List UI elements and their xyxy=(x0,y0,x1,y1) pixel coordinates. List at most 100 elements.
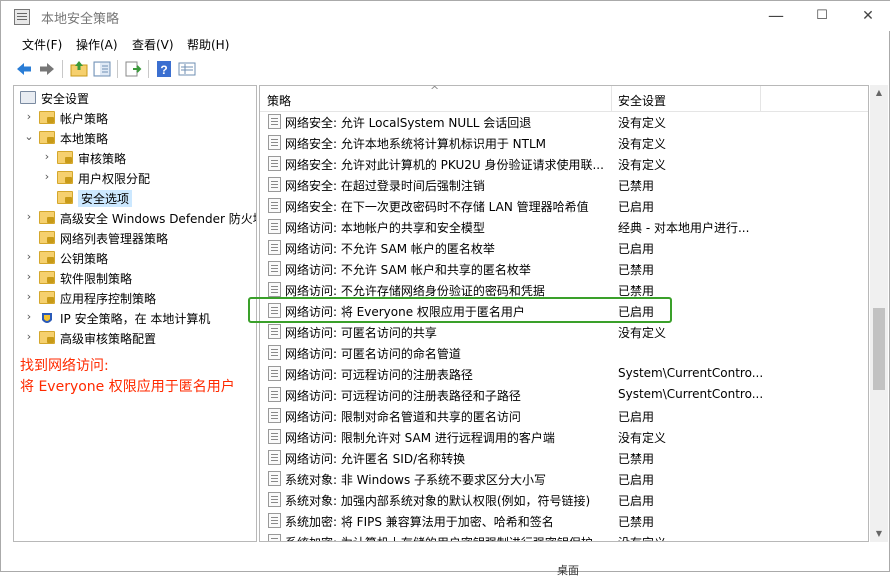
policy-name: 系统对象: 非 Windows 子系统不要求区分大小写 xyxy=(285,473,547,487)
tree-item[interactable]: › 高级审核策略配置 xyxy=(14,328,254,348)
policy-name: 网络访问: 本地帐户的共享和安全模型 xyxy=(285,221,485,235)
policy-row[interactable]: 系统对象: 加强内部系统对象的默认权限(例如，符号链接) 已启用 xyxy=(260,489,868,510)
scroll-down-icon[interactable]: ▼ xyxy=(870,526,888,542)
policy-setting: 已启用 xyxy=(618,473,655,487)
tree-item-label: 帐户策略 xyxy=(60,112,109,126)
policy-folder-icon xyxy=(39,251,55,264)
policy-row[interactable]: 网络安全: 在下一次更改密码时不存储 LAN 管理器哈希值 已启用 xyxy=(260,195,868,216)
instruction-annotation: 找到网络访问: 将 Everyone 权限应用于匿名用户 xyxy=(20,356,235,398)
collapse-chevron-icon[interactable]: ⌄ xyxy=(22,130,36,144)
policy-row[interactable]: 网络访问: 可远程访问的注册表路径 System\CurrentContro... xyxy=(260,363,868,384)
scroll-thumb[interactable] xyxy=(873,308,885,390)
expand-chevron-icon[interactable]: › xyxy=(22,250,36,264)
scroll-up-icon[interactable]: ▲ xyxy=(870,85,888,101)
menu-bar: 文件(F) 操作(A) 查看(V) 帮助(H) xyxy=(1,31,890,55)
policy-name: 系统加密: 为计算机上存储的用户密钥强制进行强密钥保护 xyxy=(285,534,610,541)
policy-name: 系统加密: 将 FIPS 兼容算法用于加密、哈希和签名 xyxy=(285,515,554,529)
policy-setting: 已启用 xyxy=(618,242,655,256)
policy-row[interactable]: 网络访问: 可匿名访问的命名管道 xyxy=(260,342,868,363)
export-list-icon[interactable] xyxy=(123,59,143,79)
policy-name: 网络安全: 在下一次更改密码时不存储 LAN 管理器哈希值 xyxy=(285,200,589,214)
policy-row[interactable]: 网络安全: 允许对此计算机的 PKU2U 身份验证请求使用联... 没有定义 xyxy=(260,153,868,174)
policy-row[interactable]: 系统对象: 非 Windows 子系统不要求区分大小写 已启用 xyxy=(260,468,868,489)
policy-document-icon xyxy=(268,261,281,276)
policy-row[interactable]: 网络安全: 允许 LocalSystem NULL 会话回退 没有定义 xyxy=(260,111,868,132)
expand-chevron-icon[interactable]: › xyxy=(22,330,36,344)
policy-document-icon xyxy=(268,156,281,171)
policy-row[interactable]: 网络访问: 可远程访问的注册表路径和子路径 System\CurrentContr… xyxy=(260,384,868,405)
policy-setting: 已启用 xyxy=(618,494,655,508)
menu-file[interactable]: 文件(F) xyxy=(22,36,62,53)
policy-document-icon xyxy=(268,513,281,528)
policy-name: 网络安全: 允许对此计算机的 PKU2U 身份验证请求使用联... xyxy=(285,158,604,172)
tree-item[interactable]: › 帐户策略 xyxy=(14,108,254,128)
tree-item[interactable]: › IP 安全策略，在 本地计算机 xyxy=(14,308,254,328)
help-icon[interactable]: ? xyxy=(154,59,174,79)
policy-row[interactable]: 网络访问: 可匿名访问的共享 没有定义 xyxy=(260,321,868,342)
toolbar-separator xyxy=(62,60,63,78)
expand-chevron-icon[interactable]: › xyxy=(22,270,36,284)
tree-item[interactable]: › 应用程序控制策略 xyxy=(14,288,254,308)
expand-chevron-icon[interactable]: › xyxy=(22,310,36,324)
column-header-policy[interactable]: 策略 xyxy=(267,92,291,109)
tree-item[interactable]: 网络列表管理器策略 xyxy=(14,228,254,248)
list-header: ^ 策略 安全设置 xyxy=(260,86,868,112)
policy-row[interactable]: 网络访问: 允许匿名 SID/名称转换 已禁用 xyxy=(260,447,868,468)
policy-row[interactable]: 网络访问: 限制对命名管道和共享的匿名访问 已启用 xyxy=(260,405,868,426)
policy-name: 网络访问: 可远程访问的注册表路径和子路径 xyxy=(285,389,521,403)
back-arrow-icon[interactable] xyxy=(14,59,34,79)
menu-action[interactable]: 操作(A) xyxy=(76,36,118,53)
tree-item[interactable]: 安全设置 xyxy=(14,88,254,108)
tree-item-label: 审核策略 xyxy=(78,152,127,166)
close-button[interactable]: ✕ xyxy=(845,1,890,31)
policy-row[interactable]: 网络访问: 限制允许对 SAM 进行远程调用的客户端 没有定义 xyxy=(260,426,868,447)
menu-view[interactable]: 查看(V) xyxy=(132,36,174,53)
policy-document-icon xyxy=(268,324,281,339)
policy-row[interactable]: 网络访问: 本地帐户的共享和安全模型 经典 - 对本地用户进行... xyxy=(260,216,868,237)
forward-arrow-icon[interactable] xyxy=(37,59,57,79)
policy-setting: 没有定义 xyxy=(618,431,667,445)
tree-item[interactable]: › 软件限制策略 xyxy=(14,268,254,288)
up-folder-icon[interactable] xyxy=(69,59,89,79)
policy-row[interactable]: 系统加密: 将 FIPS 兼容算法用于加密、哈希和签名 已禁用 xyxy=(260,510,868,531)
column-header-setting[interactable]: 安全设置 xyxy=(618,92,666,109)
ip-security-icon xyxy=(42,313,52,323)
local-security-policy-icon xyxy=(14,9,30,25)
policy-row[interactable]: 网络安全: 在超过登录时间后强制注销 已禁用 xyxy=(260,174,868,195)
policy-setting: 已禁用 xyxy=(618,179,655,193)
tree-item[interactable]: › 高级安全 Windows Defender 防火墙 xyxy=(14,208,256,228)
menu-help[interactable]: 帮助(H) xyxy=(187,36,229,53)
svg-text:?: ? xyxy=(160,63,167,77)
policy-name: 网络访问: 限制允许对 SAM 进行远程调用的客户端 xyxy=(285,431,555,445)
expand-chevron-icon[interactable]: › xyxy=(40,150,54,164)
tree-item[interactable]: ⌄ 本地策略 xyxy=(14,128,254,148)
minimize-button[interactable]: — xyxy=(753,1,799,31)
policy-row[interactable]: 网络访问: 不允许 SAM 帐户的匿名枚举 已启用 xyxy=(260,237,868,258)
policy-document-icon xyxy=(268,429,281,444)
policy-document-icon xyxy=(268,135,281,150)
expand-chevron-icon[interactable]: › xyxy=(40,170,54,184)
vertical-scrollbar[interactable]: ▲ ▼ xyxy=(870,85,888,542)
policy-folder-icon xyxy=(57,151,73,164)
policy-row[interactable]: 网络安全: 允许本地系统将计算机标识用于 NTLM 没有定义 xyxy=(260,132,868,153)
expand-chevron-icon[interactable]: › xyxy=(22,210,36,224)
expand-chevron-icon[interactable]: › xyxy=(22,110,36,124)
expand-chevron-icon[interactable]: › xyxy=(22,290,36,304)
policy-document-icon xyxy=(268,240,281,255)
policy-name: 网络访问: 可匿名访问的共享 xyxy=(285,326,437,340)
policy-name: 网络访问: 限制对命名管道和共享的匿名访问 xyxy=(285,410,521,424)
maximize-button[interactable]: ☐ xyxy=(799,1,845,31)
toolbar-separator xyxy=(148,60,149,78)
policy-name: 网络安全: 允许 LocalSystem NULL 会话回退 xyxy=(285,116,532,130)
tree-item[interactable]: 安全选项 xyxy=(14,188,254,208)
policy-row[interactable]: 系统加密: 为计算机上存储的用户密钥强制进行强密钥保护 没有定义 xyxy=(260,531,868,541)
tree-item[interactable]: › 审核策略 xyxy=(14,148,254,168)
policy-row[interactable]: 网络访问: 不允许 SAM 帐户和共享的匿名枚举 已禁用 xyxy=(260,258,868,279)
properties-icon[interactable] xyxy=(177,59,197,79)
column-divider[interactable] xyxy=(760,86,761,112)
show-tree-icon[interactable] xyxy=(92,59,112,79)
column-divider[interactable] xyxy=(611,86,612,112)
tree-item[interactable]: › 用户权限分配 xyxy=(14,168,254,188)
tree-item[interactable]: › 公钥策略 xyxy=(14,248,254,268)
policy-document-icon xyxy=(268,387,281,402)
